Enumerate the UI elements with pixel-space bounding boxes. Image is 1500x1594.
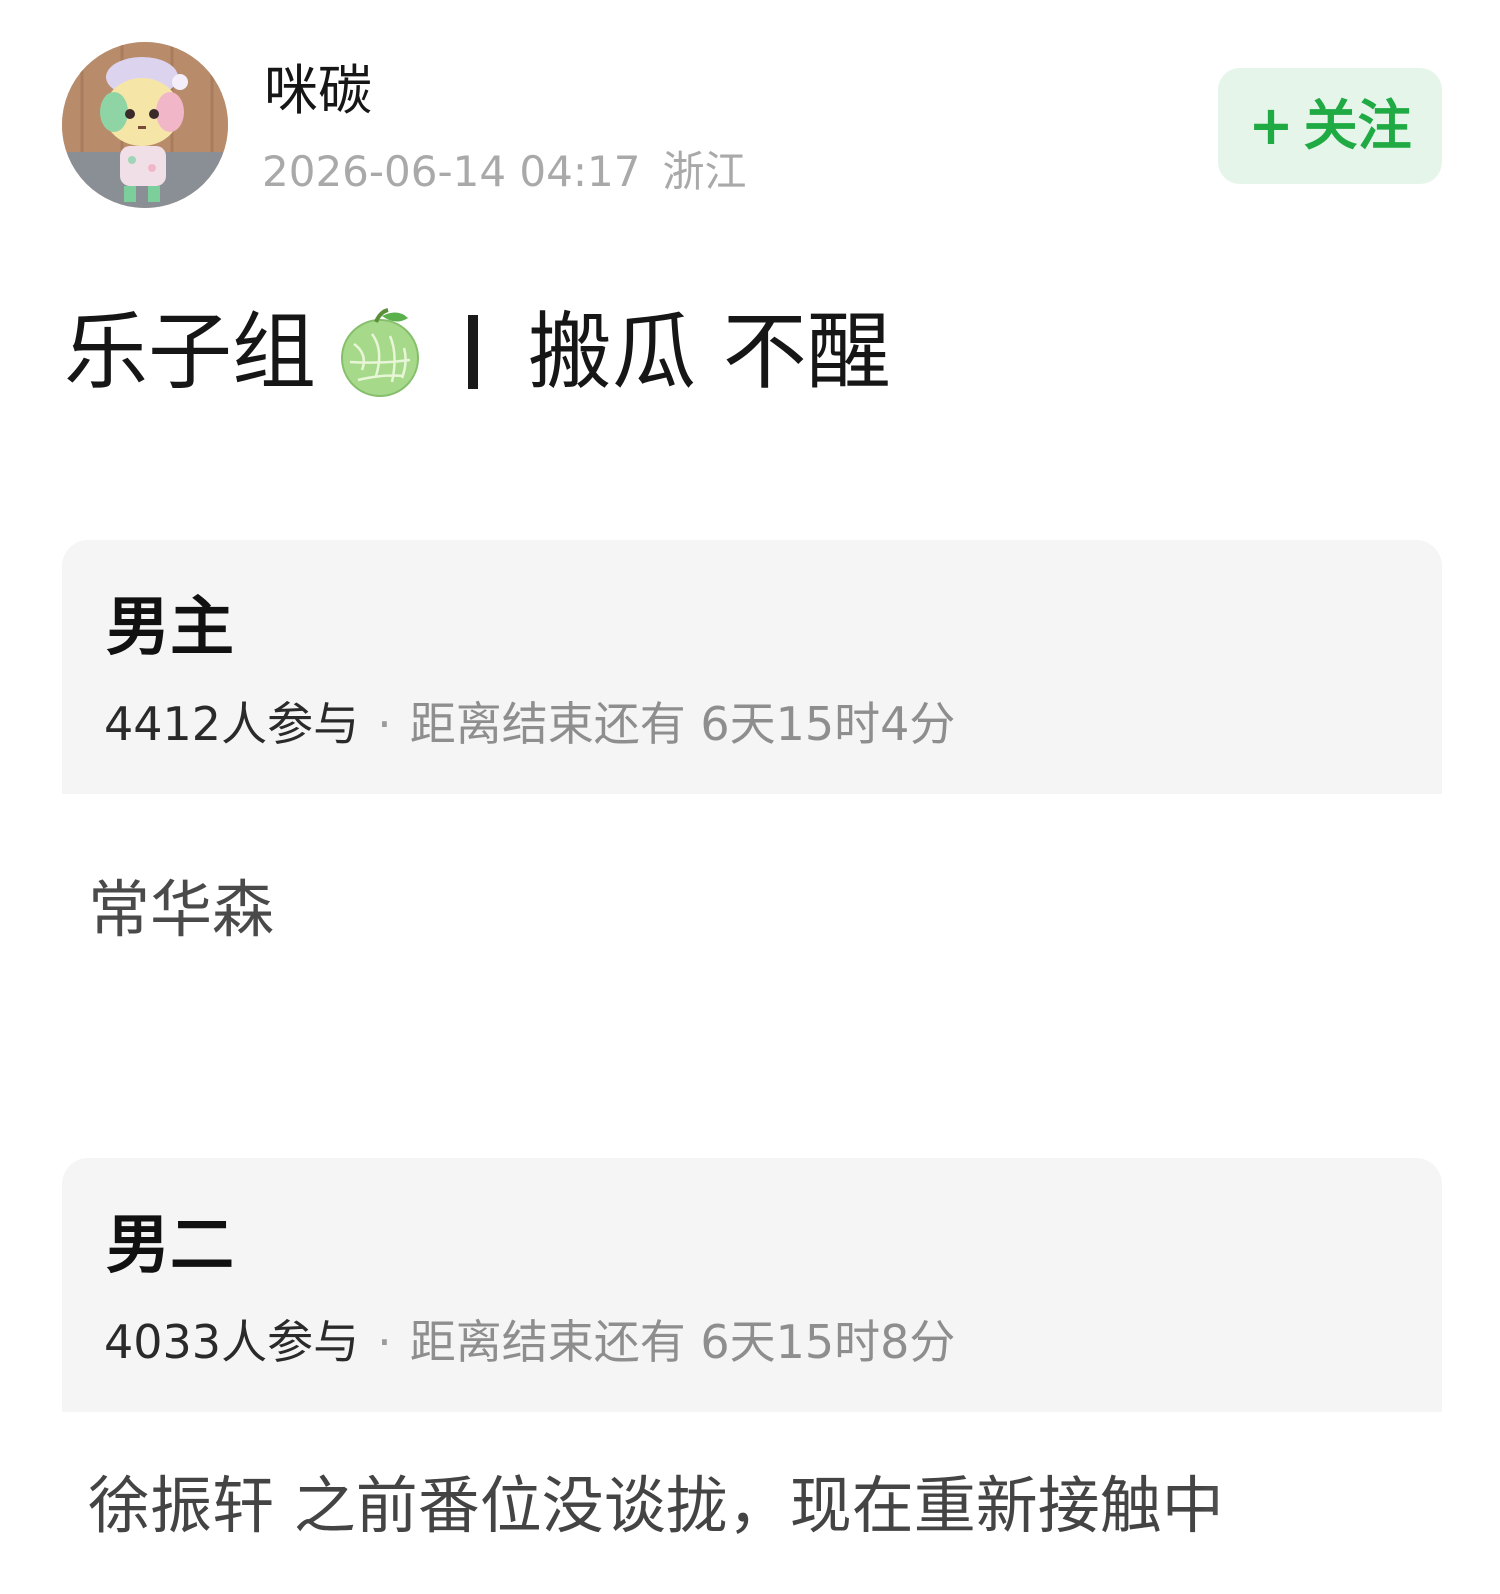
- author-name[interactable]: 咪碳: [264, 58, 372, 124]
- post-location: 浙江: [662, 147, 747, 196]
- melon-icon: [332, 304, 428, 400]
- follow-button[interactable]: + 关注: [1218, 68, 1442, 184]
- poll-answer: 常华森: [88, 873, 275, 946]
- post-title: 乐子组 搬瓜 不醒: [64, 300, 891, 404]
- text-fade-overlay: [1200, 1440, 1500, 1594]
- poll-meta: 4412人参与 · 距离结束还有 6天15时4分: [104, 694, 955, 754]
- title-divider: [468, 315, 479, 389]
- poll-card[interactable]: 男二 4033人参与 · 距离结束还有 6天15时8分: [62, 1158, 1442, 1412]
- poll-participants: 4033人参与: [104, 1315, 360, 1369]
- post-title-part1: 乐子组: [64, 303, 317, 401]
- poll-answer: 徐振轩 之前番位没谈拢，现在重新接触中: [88, 1469, 1224, 1542]
- poll-card[interactable]: 男主 4412人参与 · 距离结束还有 6天15时4分: [62, 540, 1442, 794]
- meta-separator: ·: [377, 1315, 392, 1369]
- poll-countdown: 距离结束还有 6天15时8分: [409, 1315, 956, 1369]
- poll-countdown: 距离结束还有 6天15时4分: [409, 697, 956, 751]
- poll-participants: 4412人参与: [104, 697, 360, 751]
- poll-title: 男主: [106, 591, 234, 665]
- meta-separator: ·: [377, 697, 392, 751]
- post-meta: 2026-06-14 04:17 浙江: [262, 144, 747, 200]
- avatar[interactable]: [62, 42, 228, 208]
- poll-meta: 4033人参与 · 距离结束还有 6天15时8分: [104, 1312, 955, 1372]
- post-title-part2: 搬瓜 不醒: [528, 303, 891, 401]
- poll-title: 男二: [106, 1209, 234, 1283]
- post-timestamp: 2026-06-14 04:17: [262, 147, 641, 196]
- plus-icon: +: [1248, 94, 1294, 157]
- follow-label: 关注: [1303, 94, 1412, 157]
